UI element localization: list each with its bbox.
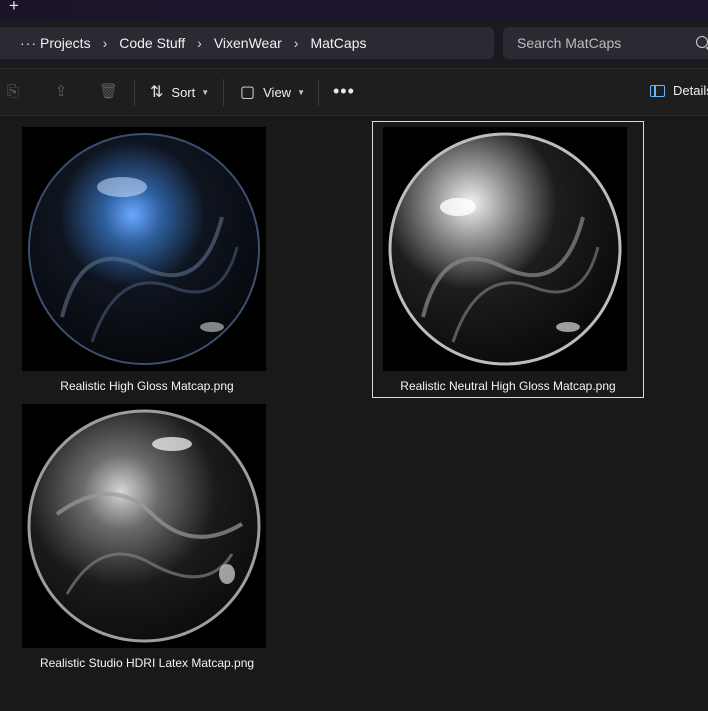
address-row: ··· Projects › Code Stuff › VixenWear › … xyxy=(0,19,708,69)
title-bar: + xyxy=(0,0,708,19)
more-options-button[interactable]: ••• xyxy=(333,81,355,102)
search-input[interactable]: Search MatCaps xyxy=(503,27,708,59)
matcap-sphere-image xyxy=(28,133,260,365)
file-tile[interactable]: Realistic Studio HDRI Latex Matcap.png xyxy=(12,398,282,673)
chevron-right-icon[interactable]: › xyxy=(294,35,299,51)
breadcrumb-item-projects[interactable]: Projects xyxy=(40,35,91,51)
details-pane-icon xyxy=(650,84,665,97)
toolbar-divider xyxy=(223,79,224,106)
breadcrumb[interactable]: ··· Projects › Code Stuff › VixenWear › … xyxy=(0,27,494,59)
breadcrumb-more-button[interactable]: ··· xyxy=(20,35,40,51)
toolbar-divider xyxy=(134,79,135,106)
view-button[interactable]: ▢ View ▼ xyxy=(240,81,305,103)
command-bar: ⎘ ⇪ 🗑 ⇅ Sort ▼ ▢ View ▼ ••• Details xyxy=(0,69,708,116)
file-name[interactable]: Realistic Neutral High Gloss Matcap.png xyxy=(373,379,643,393)
sort-label: Sort xyxy=(171,84,196,100)
sort-icon: ⇅ xyxy=(150,84,164,101)
file-name[interactable]: Realistic Studio HDRI Latex Matcap.png xyxy=(12,656,282,670)
rename-icon[interactable]: ⎘ xyxy=(4,83,22,101)
sort-button[interactable]: ⇅ Sort ▼ xyxy=(150,81,209,103)
share-icon[interactable]: ⇪ xyxy=(52,83,70,101)
file-tile[interactable]: Realistic High Gloss Matcap.png xyxy=(12,121,282,396)
view-icon: ▢ xyxy=(240,84,256,101)
search-placeholder[interactable]: Search MatCaps xyxy=(517,35,621,51)
view-label: View xyxy=(263,84,292,100)
chevron-right-icon[interactable]: › xyxy=(197,35,202,51)
details-label: Details xyxy=(673,83,708,98)
plus-icon[interactable]: + xyxy=(9,0,19,14)
breadcrumb-item-code-stuff[interactable]: Code Stuff xyxy=(119,35,185,51)
search-icon[interactable] xyxy=(696,36,708,48)
breadcrumb-item-vixenwear[interactable]: VixenWear xyxy=(214,35,282,51)
chevron-right-icon[interactable]: › xyxy=(103,35,108,51)
file-thumbnail xyxy=(22,404,266,648)
file-name[interactable]: Realistic High Gloss Matcap.png xyxy=(12,379,282,393)
matcap-sphere-image xyxy=(388,132,622,366)
file-tile-selected[interactable]: Realistic Neutral High Gloss Matcap.png xyxy=(372,121,644,398)
matcap-sphere-image xyxy=(27,409,261,643)
toolbar-divider xyxy=(318,79,319,106)
chevron-down-icon: ▼ xyxy=(297,87,305,97)
details-button[interactable]: Details xyxy=(650,83,708,98)
file-thumbnail xyxy=(383,127,627,371)
delete-icon[interactable]: 🗑 xyxy=(99,83,118,101)
breadcrumb-item-matcaps[interactable]: MatCaps xyxy=(310,35,366,51)
chevron-down-icon: ▼ xyxy=(201,87,210,97)
file-thumbnail xyxy=(22,127,266,371)
